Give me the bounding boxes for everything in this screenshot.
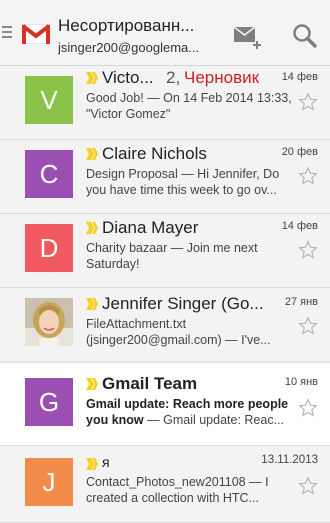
sender-photo-avatar[interactable] bbox=[25, 298, 73, 346]
message-count: 2, bbox=[166, 68, 181, 87]
email-date: 14 фев bbox=[281, 220, 318, 232]
importance-marker-icon[interactable] bbox=[86, 148, 100, 160]
importance-marker-icon[interactable] bbox=[86, 458, 100, 470]
email-snippet: Gmail update: Reach more people you know… bbox=[86, 396, 293, 430]
star-icon[interactable] bbox=[298, 166, 318, 186]
star-icon[interactable] bbox=[298, 92, 318, 112]
email-snippet: Contact_Photos_new201108 — I created a c… bbox=[86, 474, 293, 508]
compose-icon[interactable] bbox=[233, 24, 263, 50]
importance-marker-icon[interactable] bbox=[86, 298, 100, 310]
sender-avatar[interactable]: J bbox=[25, 458, 73, 506]
sender-avatar[interactable]: D bbox=[25, 224, 73, 272]
email-date: 13.11.2013 bbox=[261, 454, 318, 466]
email-snippet: Design Proposal — Hi Jennifer, Do you ha… bbox=[86, 166, 293, 200]
email-date: 20 фев bbox=[281, 146, 318, 158]
email-subject: Good Job! bbox=[86, 91, 144, 105]
star-icon[interactable] bbox=[298, 316, 318, 336]
sender-avatar[interactable]: C bbox=[25, 150, 73, 198]
email-row[interactable]: D Diana Mayer 14 фев Charity bazaar — Jo… bbox=[0, 214, 330, 288]
email-preview: — Gmail update: Reac... bbox=[143, 413, 284, 427]
action-bar: Несортированн... jsinger200@googlema... bbox=[0, 0, 330, 66]
sender-name: Claire Nichols bbox=[102, 144, 207, 163]
email-row[interactable]: G Gmail Team 10 янв Gmail update: Reach … bbox=[0, 364, 330, 446]
email-row[interactable]: J я 13.11.2013 Contact_Photos_new201108 … bbox=[0, 446, 330, 523]
sender-name: Jennifer Singer (Go... bbox=[102, 294, 264, 313]
email-row[interactable]: Jennifer Singer (Go... 27 янв FileAttach… bbox=[0, 288, 330, 362]
search-icon[interactable] bbox=[290, 22, 320, 50]
drawer-indicator-icon[interactable] bbox=[2, 26, 12, 40]
star-icon[interactable] bbox=[298, 240, 318, 260]
email-subject: FileAttachment.txt bbox=[86, 317, 187, 331]
importance-marker-icon[interactable] bbox=[86, 378, 100, 390]
email-snippet: Charity bazaar — Join me next Saturday! bbox=[86, 240, 293, 274]
sender-name: Gmail Team bbox=[102, 374, 198, 393]
email-date: 27 янв bbox=[284, 296, 318, 308]
email-date: 10 янв bbox=[284, 376, 318, 388]
importance-marker-icon[interactable] bbox=[86, 222, 100, 234]
email-preview: (jsinger200@gmail.com) — I've... bbox=[86, 333, 271, 347]
star-icon[interactable] bbox=[298, 398, 318, 418]
star-icon[interactable] bbox=[298, 476, 318, 496]
gmail-logo-icon[interactable] bbox=[21, 23, 51, 45]
draft-label: Черновик bbox=[184, 68, 260, 87]
email-row[interactable]: C Claire Nichols 20 фев Design Proposal … bbox=[0, 140, 330, 214]
email-subject: Charity bazaar bbox=[86, 241, 168, 255]
email-date: 14 фев bbox=[281, 71, 318, 83]
email-row[interactable]: V Victo... 2, Черновик 14 фев Good Job! … bbox=[0, 66, 330, 140]
sender-name: Diana Mayer bbox=[102, 218, 199, 237]
sender-avatar[interactable]: G bbox=[25, 378, 73, 426]
account-email[interactable]: jsinger200@googlema... bbox=[58, 40, 233, 55]
email-snippet: FileAttachment.txt (jsinger200@gmail.com… bbox=[86, 316, 293, 350]
importance-marker-icon[interactable] bbox=[86, 72, 100, 84]
sender-avatar[interactable]: V bbox=[25, 76, 73, 124]
email-subject: Contact_Photos_new201108 bbox=[86, 475, 246, 489]
email-snippet: Good Job! — On 14 Feb 2014 13:33, "Victo… bbox=[86, 90, 293, 124]
email-subject: Design Proposal bbox=[86, 167, 178, 181]
sender-name: Victo... bbox=[102, 68, 154, 87]
folder-title[interactable]: Несортированн... bbox=[58, 16, 233, 36]
sender-name: я bbox=[102, 454, 110, 470]
